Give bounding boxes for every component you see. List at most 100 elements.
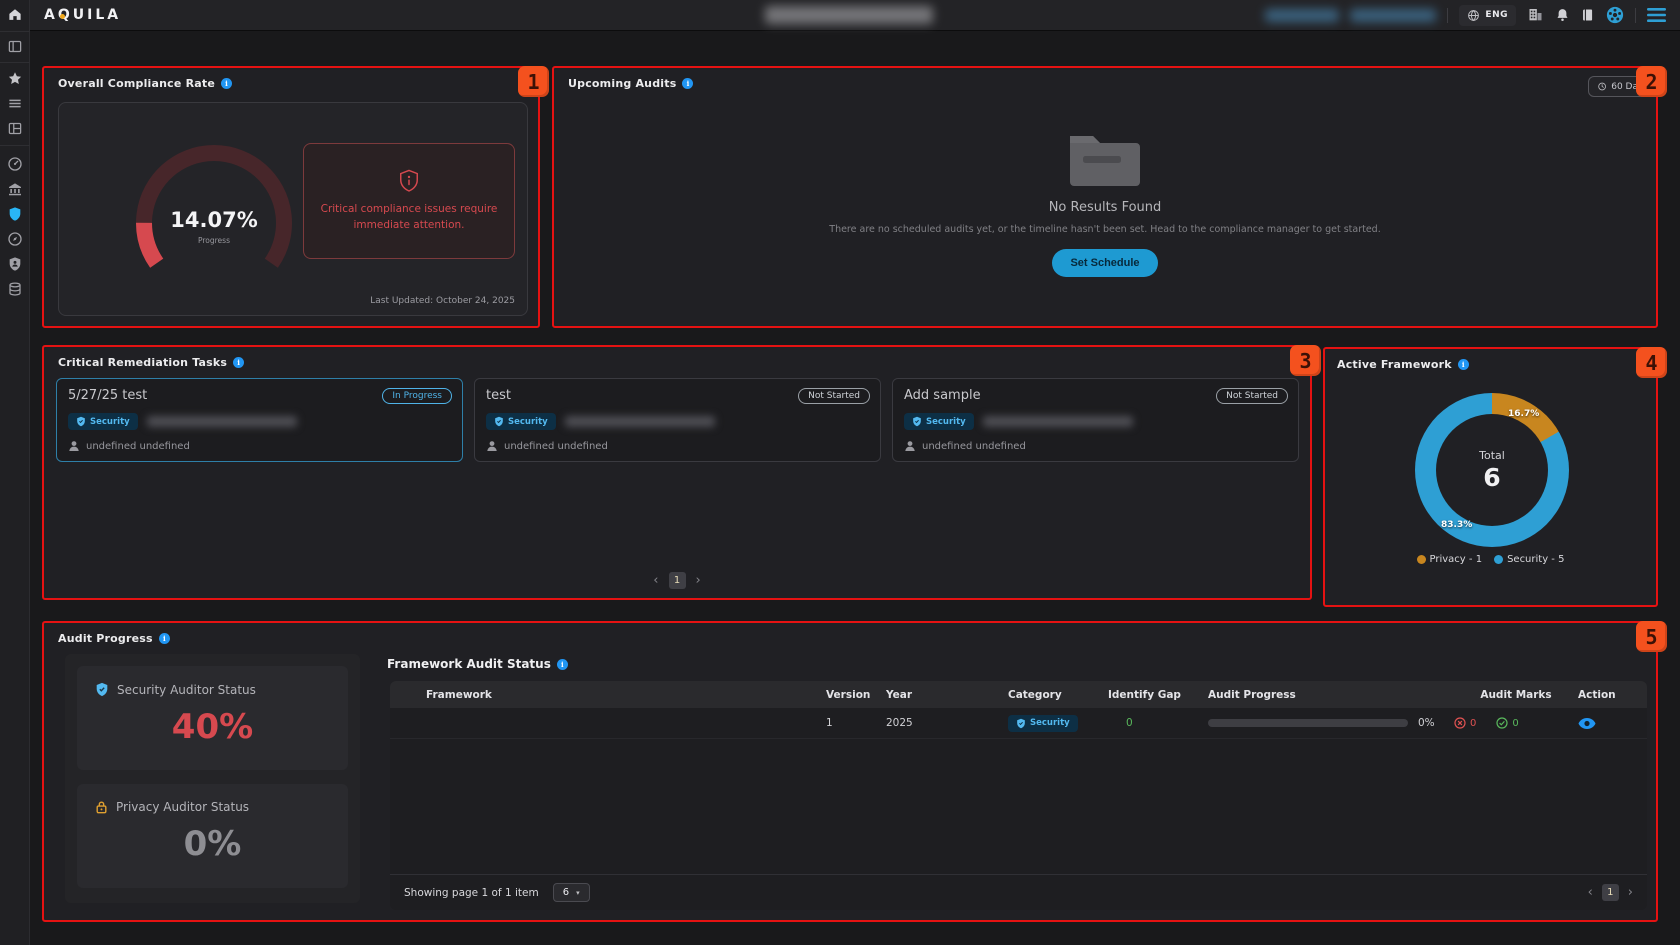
docs-book-icon[interactable] — [1581, 7, 1595, 23]
empty-state-title: No Results Found — [1049, 200, 1162, 215]
category-badge: Security — [904, 413, 974, 430]
privacy-auditor-card: Privacy Auditor Status 0% — [77, 784, 348, 888]
critical-warning-box: Critical compliance issues require immed… — [303, 143, 515, 259]
status-badge: Not Started — [1216, 388, 1288, 404]
compliance-card: 14.07% Progress Critical compliance issu… — [58, 102, 528, 316]
home-icon[interactable] — [7, 7, 22, 22]
col-audit-marks: Audit Marks — [1454, 689, 1578, 701]
status-badge: In Progress — [382, 388, 452, 404]
organization-icon[interactable] — [1527, 7, 1544, 23]
col-audit-progress: Audit Progress — [1208, 689, 1454, 701]
cell-identify-gap: 0 — [1108, 717, 1208, 729]
section-number-badge: 5 — [1636, 621, 1667, 652]
compass-icon[interactable] — [7, 231, 23, 247]
speedometer-icon[interactable] — [7, 156, 23, 172]
gauge-label: Progress — [129, 236, 299, 245]
prev-page-icon[interactable]: ‹ — [653, 574, 658, 587]
assignee-name: undefined undefined — [504, 441, 608, 452]
col-identify-gap: Identify Gap — [1108, 689, 1208, 701]
shield-check-icon — [76, 416, 86, 427]
page-title-blurred — [765, 6, 933, 24]
view-action-button[interactable] — [1578, 717, 1596, 730]
info-icon[interactable] — [221, 78, 232, 89]
section-number-badge: 1 — [518, 66, 549, 97]
legend-item-privacy[interactable]: Privacy - 1 — [1417, 554, 1483, 565]
panel-icon[interactable] — [7, 39, 22, 54]
info-icon[interactable] — [682, 78, 693, 89]
task-card[interactable]: test Not Started Security undefined unde… — [474, 378, 881, 462]
section-title: Audit Progress — [58, 632, 153, 645]
top-bar-actions: ENG — [1265, 5, 1666, 26]
next-page-icon[interactable]: › — [1628, 886, 1633, 899]
bank-icon[interactable] — [7, 181, 23, 197]
page-number[interactable]: 1 — [1602, 884, 1619, 901]
language-selector[interactable]: ENG — [1459, 5, 1516, 26]
task-detail-blurred — [565, 416, 715, 427]
folder-icon — [1065, 128, 1145, 190]
page-number[interactable]: 1 — [669, 572, 686, 589]
database-icon[interactable] — [7, 281, 22, 297]
logo-accent-dot — [60, 14, 65, 19]
assignee-name: undefined undefined — [86, 441, 190, 452]
section-title: Overall Compliance Rate — [58, 77, 215, 90]
info-icon[interactable] — [557, 659, 568, 670]
framework-audit-table: Framework Version Year Category Identify… — [390, 681, 1647, 910]
sidebar — [0, 0, 30, 945]
warning-text: Critical compliance issues require immed… — [316, 201, 502, 234]
col-version: Version — [826, 689, 886, 701]
notifications-bell-icon[interactable] — [1555, 7, 1570, 23]
pass-count: 0 — [1512, 718, 1518, 729]
lock-icon — [95, 800, 108, 814]
category-label: Security — [926, 417, 966, 427]
chevron-down-icon: ▾ — [576, 889, 580, 897]
shield-icon[interactable] — [7, 206, 23, 222]
tasks-pagination: ‹ 1 › — [44, 572, 1310, 589]
list-icon[interactable] — [7, 96, 22, 111]
hamburger-menu-icon[interactable] — [1647, 8, 1666, 22]
next-page-icon[interactable]: › — [696, 574, 701, 587]
user-info-blurred — [1265, 9, 1339, 22]
range-chip-label: 60 Da — [1611, 82, 1638, 92]
empty-state-description: There are no scheduled audits yet, or th… — [829, 224, 1380, 235]
col-category: Category — [1008, 689, 1108, 701]
audit-progress-pct: 0% — [1418, 717, 1435, 729]
framework-donut-chart: Total 6 16.7% 83.3% — [1415, 393, 1569, 547]
overall-compliance-section: 1 Overall Compliance Rate 14.07% Progres… — [42, 66, 540, 328]
shield-user-icon[interactable] — [7, 256, 23, 272]
donut-center: Total 6 — [1436, 414, 1548, 526]
fail-count: 0 — [1470, 718, 1476, 729]
section-number-badge: 2 — [1636, 66, 1667, 97]
shield-check-icon — [1016, 718, 1026, 729]
col-year: Year — [886, 689, 1008, 701]
help-ring-icon[interactable] — [1606, 6, 1624, 24]
set-schedule-button[interactable]: Set Schedule — [1052, 249, 1157, 277]
info-icon[interactable] — [159, 633, 170, 644]
empty-state: No Results Found There are no scheduled … — [554, 128, 1656, 277]
privacy-slice-label: 16.7% — [1508, 409, 1539, 419]
star-icon[interactable] — [7, 71, 22, 86]
security-slice-label: 83.3% — [1441, 520, 1472, 530]
sidebar-divider — [0, 62, 30, 63]
layout-icon[interactable] — [7, 121, 22, 136]
legend-item-security[interactable]: Security - 5 — [1494, 554, 1564, 565]
info-icon[interactable] — [1458, 359, 1469, 370]
table-row[interactable]: 1 2025 Security 0 0% 0 — [390, 708, 1647, 739]
cell-version: 1 — [826, 717, 886, 729]
category-label: Security — [508, 417, 548, 427]
page-size-select[interactable]: 6 ▾ — [553, 883, 590, 902]
task-card[interactable]: Add sample Not Started Security undefine… — [892, 378, 1299, 462]
col-framework: Framework — [426, 689, 826, 701]
person-icon — [486, 440, 498, 452]
task-card[interactable]: 5/27/25 test In Progress Security undefi… — [56, 378, 463, 462]
info-icon[interactable] — [233, 357, 244, 368]
category-label: Security — [90, 417, 130, 427]
prev-page-icon[interactable]: ‹ — [1588, 886, 1593, 899]
shield-check-icon — [912, 416, 922, 427]
privacy-auditor-value: 0% — [95, 824, 330, 864]
app-logo[interactable]: AQUILA — [44, 7, 121, 23]
pass-circle-icon — [1496, 717, 1508, 729]
donut-total-value: 6 — [1483, 463, 1500, 492]
category-badge: Security — [1008, 715, 1078, 732]
category-badge: Security — [68, 413, 138, 430]
org-info-blurred — [1350, 9, 1436, 22]
